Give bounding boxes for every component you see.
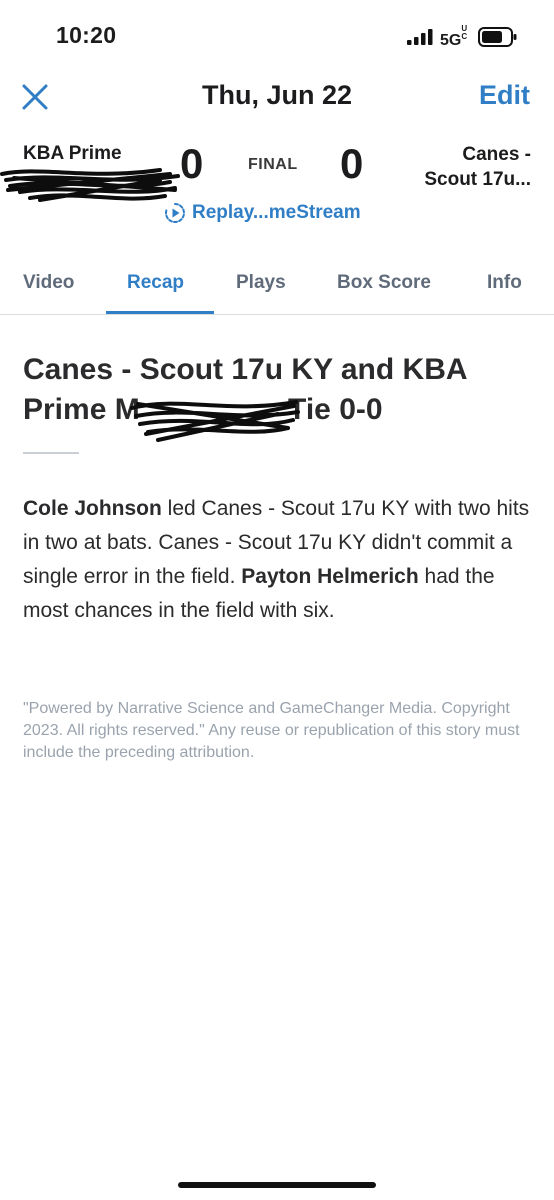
tab-bar: Video Recap Plays Box Score Info: [0, 258, 554, 315]
network-indicator: 5GUC: [440, 25, 469, 50]
redaction-scribble: [0, 168, 180, 202]
replay-link[interactable]: Replay...meStream: [164, 202, 361, 224]
away-team-name[interactable]: Canes - Scout 17u...: [391, 142, 531, 192]
tab-info[interactable]: Info: [487, 272, 522, 294]
home-score: 0: [180, 140, 204, 187]
tab-box-score[interactable]: Box Score: [337, 272, 431, 294]
away-team-line2: Scout 17u...: [424, 169, 531, 190]
player-name-1: Cole Johnson: [23, 497, 162, 520]
tab-plays[interactable]: Plays: [236, 272, 286, 294]
player-name-2: Payton Helmerich: [241, 565, 419, 588]
tab-video[interactable]: Video: [23, 272, 74, 294]
away-score: 0: [340, 140, 364, 187]
battery-icon: [478, 27, 517, 47]
game-date-title: Thu, Jun 22: [201, 80, 353, 110]
tab-recap[interactable]: Recap: [127, 272, 184, 294]
edit-button[interactable]: Edit: [479, 80, 530, 111]
redaction-scribble-headline: [130, 400, 300, 442]
attribution-text: "Powered by Narrative Science and GameCh…: [23, 700, 520, 761]
replay-label: Replay...meStream: [192, 202, 361, 223]
recap-paragraph: Cole Johnson led Canes - Scout 17u KY wi…: [23, 492, 533, 628]
headline-divider: [23, 452, 79, 454]
home-indicator[interactable]: [178, 1182, 376, 1188]
status-time: 10:20: [56, 22, 117, 48]
status-bar: 10:20 5GUC: [0, 0, 554, 62]
replay-icon: [165, 203, 185, 223]
away-team-line1: Canes -: [462, 144, 531, 165]
game-status: FINAL: [248, 156, 298, 173]
active-tab-indicator: [106, 311, 214, 314]
network-sup: UC: [461, 24, 468, 41]
network-label: 5G: [440, 32, 462, 49]
signal-icon: [407, 29, 433, 45]
